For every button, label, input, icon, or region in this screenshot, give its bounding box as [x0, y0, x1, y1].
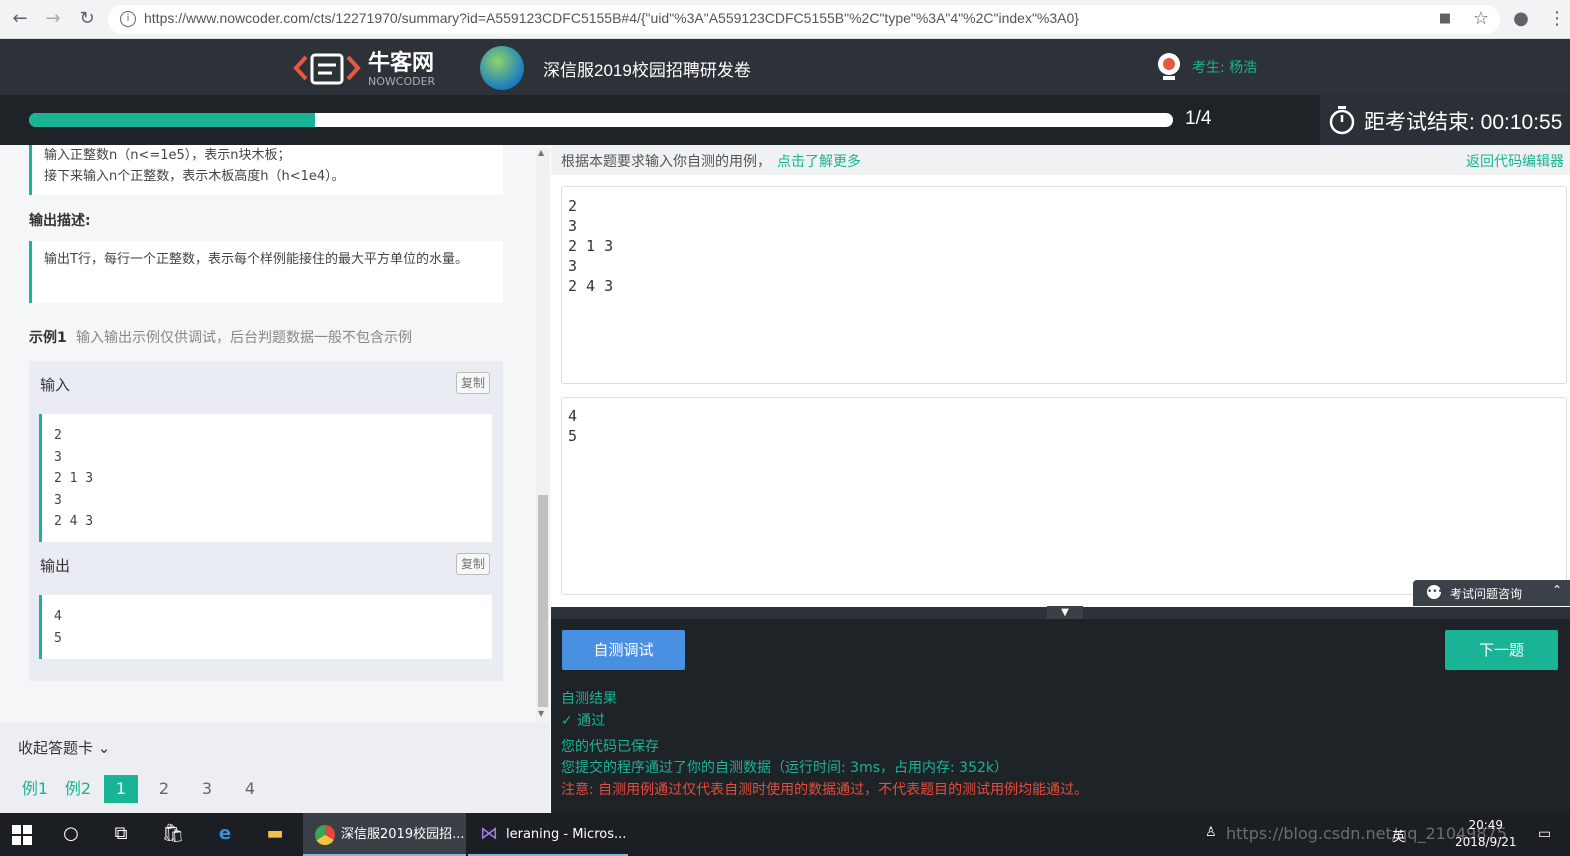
chevron-up-icon: ⌃	[1552, 583, 1563, 597]
code-line: 2 4 3	[54, 514, 94, 529]
code-line: 5	[54, 630, 62, 646]
chevron-down-icon[interactable]: ▼	[1047, 606, 1083, 620]
output-desc-heading: 输出描述:	[29, 213, 91, 229]
taskbar-clock[interactable]: 20:49 2018/9/21	[1455, 817, 1517, 851]
test-output-textarea[interactable]: 4 5	[561, 397, 1567, 595]
examinee-dropdown[interactable]: 考生: 杨浩	[1192, 57, 1257, 77]
taskbar-app-vs[interactable]: ⋈ leraning - Micros...	[468, 813, 628, 856]
card-item[interactable]: 例2	[61, 775, 95, 803]
company-logo-icon	[480, 46, 524, 90]
scroll-down-icon[interactable]: ▼	[538, 709, 544, 718]
code-line: 2	[54, 428, 62, 443]
test-input-value: 2 3 2 1 3 3 2 4 3	[568, 197, 614, 295]
card-item-active[interactable]: 1	[104, 775, 138, 803]
learn-more-link[interactable]: 点击了解更多	[777, 151, 861, 171]
taskbar-app-chrome[interactable]: 深信服2019校园招...	[303, 813, 466, 856]
exam-header	[0, 39, 1570, 95]
exam-title: 深信服2019校园招聘研发卷	[543, 61, 751, 80]
answer-card-toggle[interactable]: 收起答题卡 ⌄	[18, 737, 110, 758]
example-output-label: 输出	[40, 557, 71, 575]
clock-time: 20:49	[1468, 818, 1504, 832]
browser-toolbar: ← → ↻ i https://www.nowcoder.com/cts/122…	[0, 0, 1570, 39]
stopwatch-icon	[1329, 106, 1355, 135]
scroll-up-icon[interactable]: ▲	[538, 148, 544, 157]
code-line: 2 1 3	[54, 471, 94, 486]
example-note: 输入输出示例仅供调试，后台判题数据一般不包含示例	[76, 330, 412, 346]
consult-label: 考试问题咨询	[1450, 587, 1523, 601]
taskbar-app-label: leraning - Micros...	[506, 827, 627, 842]
example-output-code: 4 5	[39, 595, 492, 659]
forward-arrow-icon[interactable]: →	[42, 8, 64, 30]
result-title: 自测结果	[561, 691, 617, 707]
test-hint: 根据本题要求输入你自测的用例，	[561, 154, 771, 170]
code-line: 3	[54, 449, 62, 465]
scrollbar-thumb[interactable]	[538, 495, 548, 707]
exam-consult-button[interactable]: ••• 考试问题咨询 ⌃	[1413, 580, 1570, 606]
search-icon[interactable]: ○	[59, 822, 83, 846]
input-desc-line: 接下来输入n个正整数，表示木板高度h（h<1e4）。	[44, 169, 345, 184]
nowcoder-logo[interactable]: 牛客网 NOWCODER	[292, 45, 452, 91]
card-item[interactable]: 2	[147, 775, 181, 803]
test-input-textarea[interactable]: 2 3 2 1 3 3 2 4 3	[561, 186, 1567, 384]
account-icon[interactable]: ●	[1510, 8, 1532, 30]
result-warning: 注意: 自测用例通过仅代表自测时使用的数据通过，不代表题目的测试用例均能通过。	[561, 782, 1089, 798]
card-item[interactable]: 例1	[18, 775, 52, 803]
camera-blocked-icon[interactable]: ■	[1434, 8, 1456, 30]
example-box: 输入 复制 2 3 2 1 3 3 2 4 3 输出 复制 4 5	[29, 361, 503, 681]
result-pass: ✓ 通过	[561, 713, 606, 729]
code-line: 3	[54, 492, 62, 508]
action-bar	[551, 619, 1570, 681]
example-input-label: 输入	[40, 376, 71, 394]
address-bar[interactable]: i https://www.nowcoder.com/cts/12271970/…	[108, 5, 1500, 34]
progress-count: 1/4	[1185, 108, 1212, 129]
visual-studio-icon: ⋈	[480, 823, 498, 844]
clock-date: 2018/9/21	[1455, 835, 1517, 849]
logo-subtext: NOWCODER	[368, 75, 436, 88]
windows-start-icon[interactable]	[12, 825, 32, 845]
code-saved-msg: 您的代码已保存	[561, 739, 659, 755]
code-line: 4	[54, 609, 62, 624]
reload-icon[interactable]: ↻	[76, 8, 98, 30]
input-desc-line: 输入正整数n（n<=1e5），表示n块木板；	[44, 148, 291, 163]
logo-text: 牛客网	[368, 51, 435, 76]
self-test-button[interactable]: 自测调试	[562, 630, 685, 670]
file-explorer-icon[interactable]: ▬	[263, 822, 287, 846]
webcam-icon	[1158, 53, 1180, 80]
edge-icon[interactable]: e	[213, 822, 237, 846]
copy-input-button[interactable]: 复制	[456, 372, 490, 394]
input-description: 输入正整数n（n<=1e5），表示n块木板； 接下来输入n个正整数，表示木板高度…	[29, 145, 503, 195]
bookmark-star-icon[interactable]: ☆	[1470, 8, 1492, 30]
test-output-value: 4 5	[568, 407, 578, 445]
nowcoder-logo-icon	[293, 53, 361, 85]
notification-icon[interactable]: ▭	[1538, 826, 1551, 842]
chrome-icon	[315, 825, 335, 845]
card-item[interactable]: 4	[233, 775, 267, 803]
chat-icon: •••	[1427, 585, 1443, 599]
result-detail: 您提交的程序通过了你的自测数据（运行时间: 3ms，占用内存: 352k）	[561, 760, 1009, 776]
info-icon[interactable]: i	[120, 11, 136, 27]
progress-fill	[29, 113, 315, 127]
output-description: 输出T行，每行一个正整数，表示每个样例能接住的最大平方单位的水量。	[29, 241, 503, 303]
copy-output-button[interactable]: 复制	[456, 553, 490, 575]
card-item[interactable]: 3	[190, 775, 224, 803]
example-heading: 示例1	[29, 330, 67, 346]
next-question-button[interactable]: 下一题	[1445, 630, 1558, 670]
back-to-editor-link[interactable]: 返回代码编辑器	[1466, 151, 1564, 171]
ime-indicator[interactable]: 英	[1392, 826, 1405, 845]
menu-dots-icon[interactable]: ⋮	[1546, 8, 1568, 30]
task-view-icon[interactable]: ⧉	[109, 822, 133, 846]
people-icon[interactable]: ♙	[1205, 825, 1217, 840]
taskbar-app-label: 深信服2019校园招...	[341, 827, 465, 842]
countdown-timer: 距考试结束: 00:10:55	[1364, 111, 1563, 134]
back-arrow-icon[interactable]: ←	[9, 8, 31, 30]
store-icon[interactable]: 🛍	[161, 822, 185, 846]
url-text: https://www.nowcoder.com/cts/12271970/su…	[144, 10, 1079, 26]
example-input-code: 2 3 2 1 3 3 2 4 3	[39, 414, 492, 542]
